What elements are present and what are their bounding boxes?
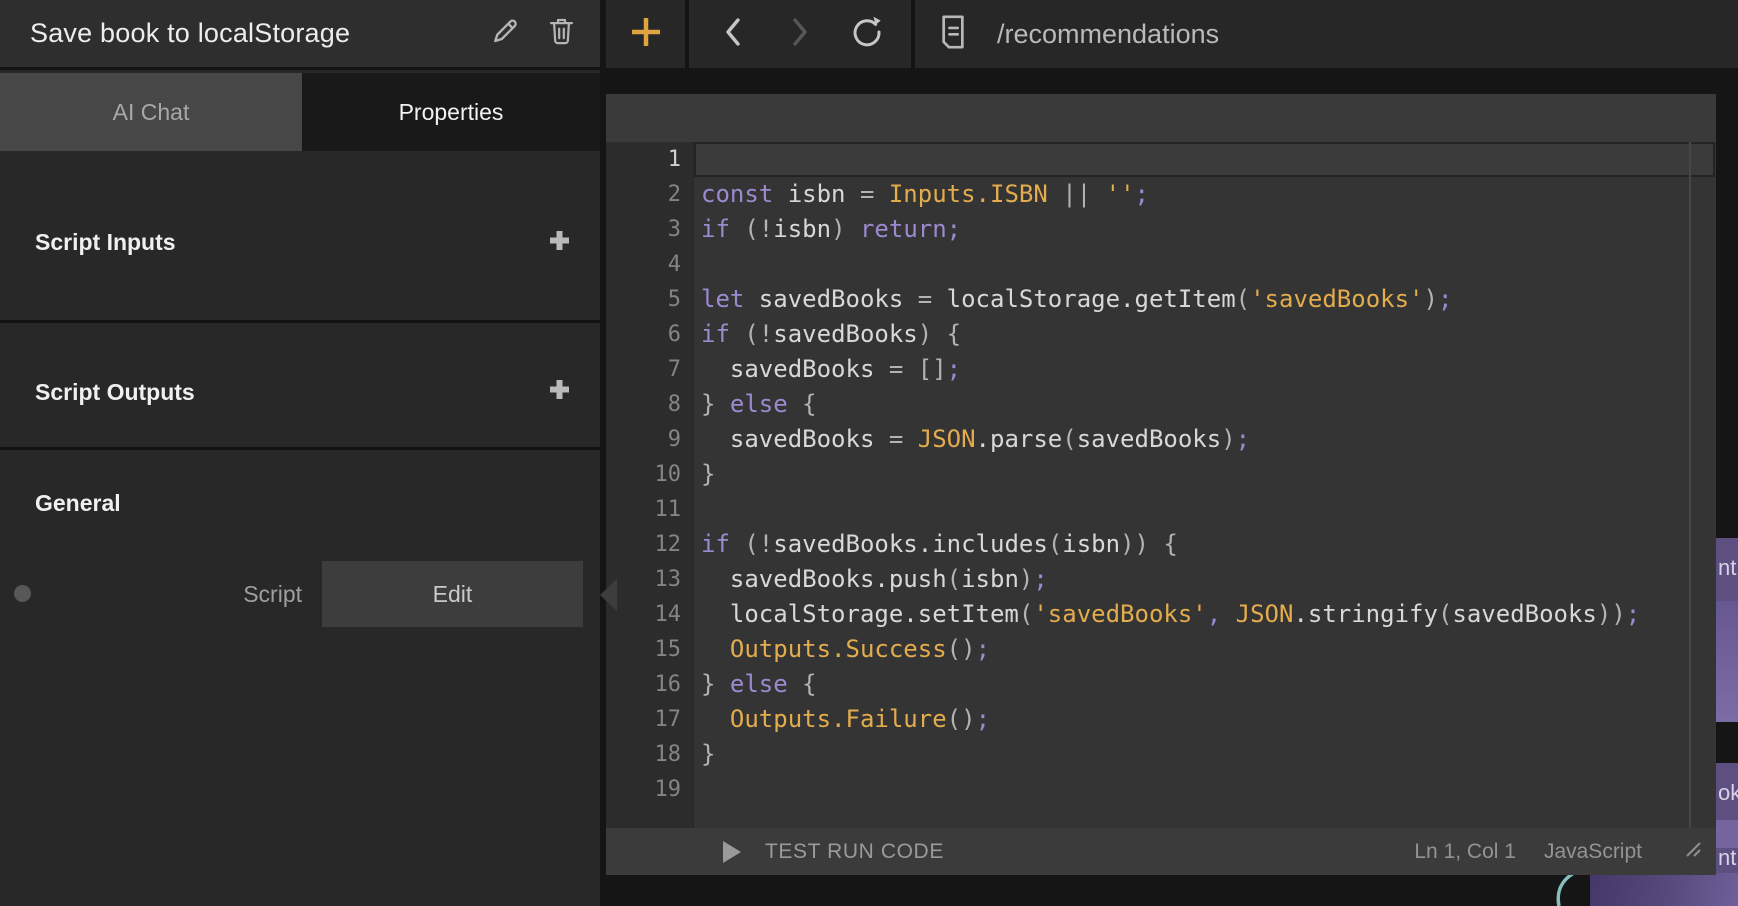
preview-toolbar: /recommendations bbox=[606, 0, 1738, 68]
plus-icon bbox=[629, 15, 663, 54]
app-screen: Save book to localStorage bbox=[0, 0, 1738, 906]
script-outputs-label: Script Outputs bbox=[35, 379, 542, 406]
trash-icon bbox=[547, 16, 576, 51]
line-number: 19 bbox=[606, 772, 681, 807]
delete-action-button[interactable] bbox=[540, 13, 582, 55]
code-line[interactable]: let savedBooks = localStorage.getItem('s… bbox=[701, 282, 1716, 317]
test-run-code-label: TEST RUN CODE bbox=[765, 840, 944, 864]
page-path[interactable]: /recommendations bbox=[997, 19, 1219, 50]
tab-properties-label: Properties bbox=[399, 99, 504, 126]
test-run-code-button[interactable]: TEST RUN CODE bbox=[723, 840, 944, 864]
code-line[interactable]: localStorage.setItem('savedBooks', JSON.… bbox=[701, 597, 1716, 632]
line-number: 11 bbox=[606, 492, 681, 527]
line-number: 17 bbox=[606, 702, 681, 737]
editor-top-padding bbox=[606, 94, 1716, 142]
plus-icon bbox=[548, 229, 571, 257]
section-script-inputs: Script Inputs bbox=[0, 151, 600, 320]
refresh-icon bbox=[850, 15, 884, 54]
pencil-icon bbox=[490, 16, 520, 51]
tab-ai-chat[interactable]: AI Chat bbox=[0, 73, 302, 151]
script-property-label: Script bbox=[180, 578, 302, 610]
node-highlight-band bbox=[1716, 820, 1738, 848]
code-line[interactable]: savedBooks = []; bbox=[701, 352, 1716, 387]
code-line[interactable]: if (!savedBooks.includes(isbn)) { bbox=[701, 527, 1716, 562]
play-icon bbox=[723, 841, 741, 863]
code-line[interactable]: savedBooks.push(isbn); bbox=[701, 562, 1716, 597]
canvas-node-fragment[interactable] bbox=[1716, 601, 1738, 722]
chevron-right-icon bbox=[791, 17, 809, 52]
code-area[interactable]: 12345678910111213141516171819 const isbn… bbox=[606, 142, 1716, 828]
line-number: 2 bbox=[606, 177, 681, 212]
resize-grip[interactable] bbox=[1684, 840, 1702, 864]
refresh-button[interactable] bbox=[845, 12, 889, 56]
connection-wire bbox=[1544, 873, 1588, 906]
page-icon bbox=[939, 14, 967, 55]
code-line[interactable]: Outputs.Failure(); bbox=[701, 702, 1716, 737]
script-inputs-label: Script Inputs bbox=[35, 229, 542, 256]
section-general: General Script Edit bbox=[0, 450, 600, 906]
cursor-position: Ln 1, Col 1 bbox=[1414, 840, 1516, 864]
add-script-output-button[interactable] bbox=[542, 375, 576, 409]
line-number: 16 bbox=[606, 667, 681, 702]
line-number: 7 bbox=[606, 352, 681, 387]
canvas-node-fragment[interactable]: ok nt bbox=[1716, 763, 1738, 873]
node-label: nt bbox=[1718, 845, 1736, 871]
line-number: 5 bbox=[606, 282, 681, 317]
line-number: 3 bbox=[606, 212, 681, 247]
line-number: 8 bbox=[606, 387, 681, 422]
editor-status-bar: TEST RUN CODE Ln 1, Col 1 JavaScript bbox=[606, 828, 1716, 875]
code-line[interactable]: if (!isbn) return; bbox=[701, 212, 1716, 247]
edit-script-button-label: Edit bbox=[433, 581, 473, 608]
canvas-node-fragment[interactable]: nt bbox=[1716, 538, 1738, 601]
action-title: Save book to localStorage bbox=[30, 18, 470, 49]
code-line[interactable] bbox=[701, 142, 1716, 177]
plus-icon bbox=[548, 378, 571, 406]
line-number: 13 bbox=[606, 562, 681, 597]
code-line[interactable] bbox=[701, 247, 1716, 282]
line-number: 12 bbox=[606, 527, 681, 562]
editor-pointer-arrow bbox=[600, 579, 617, 611]
section-script-outputs: Script Outputs bbox=[0, 323, 600, 447]
code-line[interactable]: savedBooks = JSON.parse(savedBooks); bbox=[701, 422, 1716, 457]
editor-gutter: 12345678910111213141516171819 bbox=[606, 142, 694, 828]
code-line[interactable] bbox=[701, 772, 1716, 807]
tab-properties[interactable]: Properties bbox=[302, 73, 600, 151]
code-line[interactable]: const isbn = Inputs.ISBN || ''; bbox=[701, 177, 1716, 212]
code-line[interactable] bbox=[701, 492, 1716, 527]
line-number: 18 bbox=[606, 737, 681, 772]
action-settings-panel: Save book to localStorage bbox=[0, 0, 600, 906]
line-number: 4 bbox=[606, 247, 681, 282]
line-number: 1 bbox=[606, 142, 681, 177]
edit-script-button[interactable]: Edit bbox=[322, 561, 583, 627]
line-number: 15 bbox=[606, 632, 681, 667]
code-line[interactable]: } bbox=[701, 737, 1716, 772]
script-editor-panel: 12345678910111213141516171819 const isbn… bbox=[606, 94, 1716, 875]
line-number: 6 bbox=[606, 317, 681, 352]
forward-button[interactable] bbox=[778, 12, 822, 56]
line-number: 10 bbox=[606, 457, 681, 492]
rename-action-button[interactable] bbox=[484, 13, 526, 55]
binding-dot[interactable] bbox=[14, 585, 31, 602]
language-label: JavaScript bbox=[1544, 840, 1642, 864]
panel-tabs: AI Chat Properties bbox=[0, 73, 600, 151]
back-button[interactable] bbox=[711, 12, 755, 56]
chevron-left-icon bbox=[724, 17, 742, 52]
code-line[interactable]: Outputs.Success(); bbox=[701, 632, 1716, 667]
add-page-button[interactable] bbox=[624, 12, 668, 56]
line-number: 9 bbox=[606, 422, 681, 457]
tab-ai-chat-label: AI Chat bbox=[113, 99, 190, 126]
code-line[interactable]: } bbox=[701, 457, 1716, 492]
code-line[interactable]: if (!savedBooks) { bbox=[701, 317, 1716, 352]
line-number: 14 bbox=[606, 597, 681, 632]
general-label: General bbox=[35, 490, 121, 517]
code-line[interactable]: } else { bbox=[701, 667, 1716, 702]
canvas-node-fragment[interactable] bbox=[1590, 873, 1738, 906]
node-label: nt bbox=[1718, 555, 1736, 581]
node-label: ok bbox=[1718, 780, 1738, 806]
panel-header: Save book to localStorage bbox=[0, 0, 600, 70]
add-script-input-button[interactable] bbox=[542, 226, 576, 260]
code-line[interactable]: } else { bbox=[701, 387, 1716, 422]
code-lines: const isbn = Inputs.ISBN || '';if (!isbn… bbox=[694, 142, 1716, 828]
